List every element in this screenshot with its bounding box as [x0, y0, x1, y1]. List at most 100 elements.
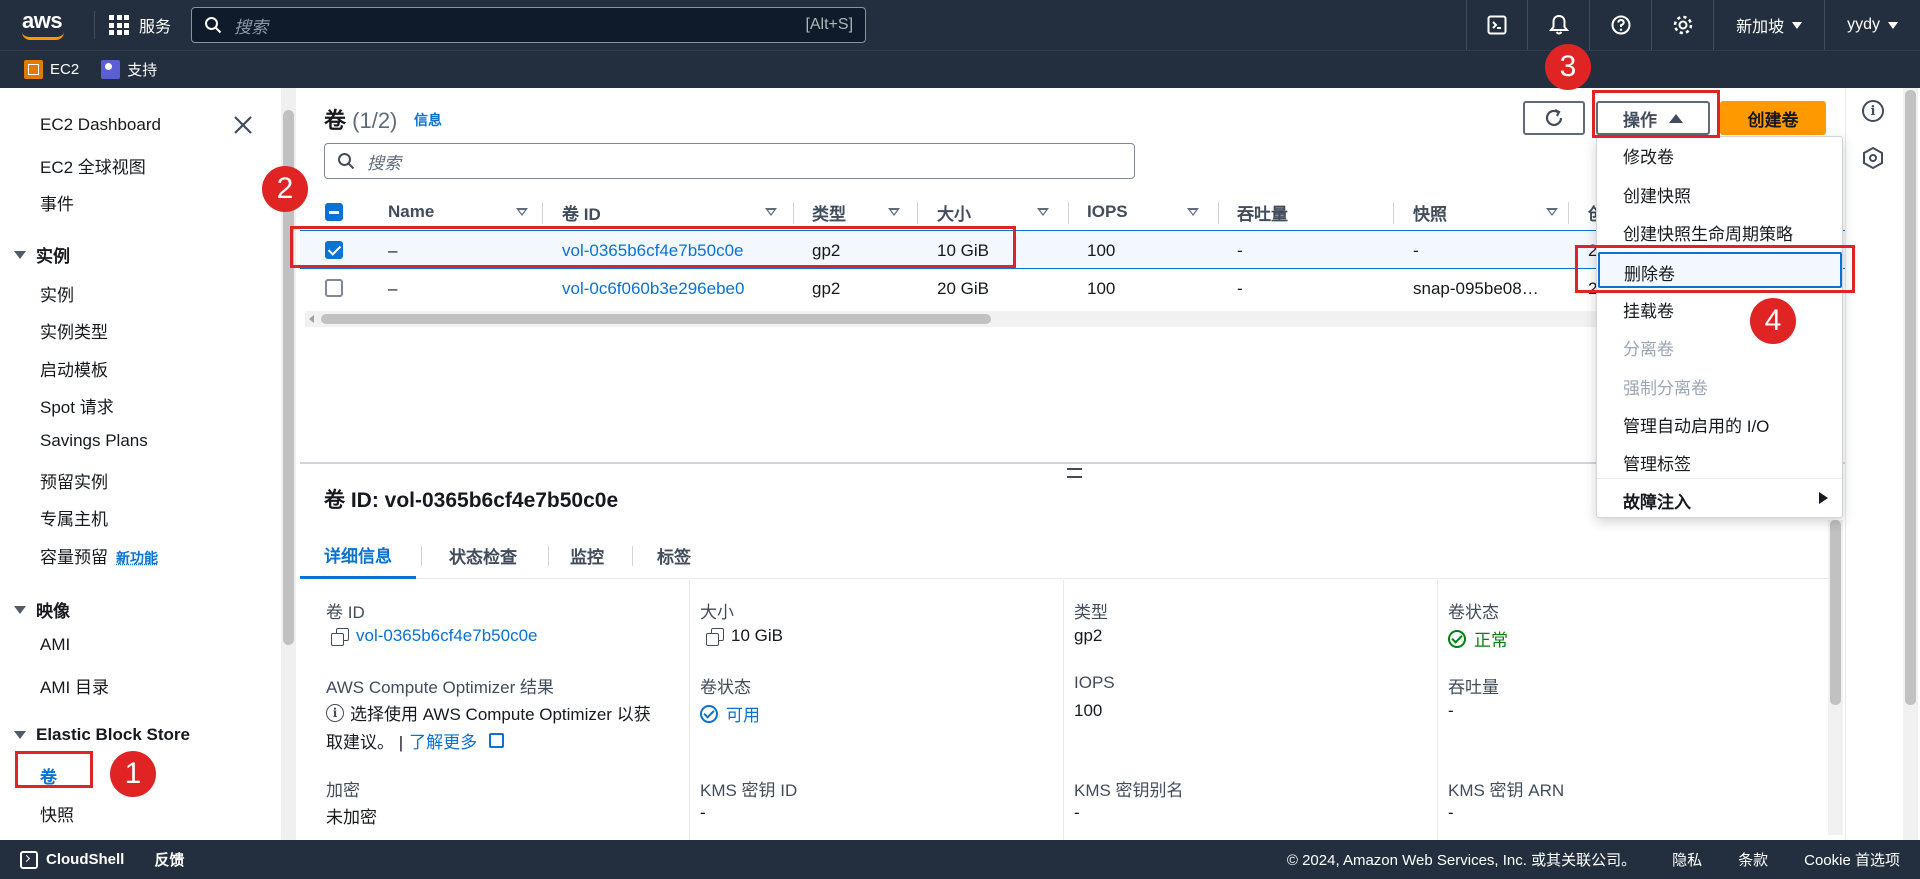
info-panel-icon[interactable]: i: [1862, 100, 1884, 122]
sidebar-item-launch-templates[interactable]: 启动模板: [40, 356, 108, 381]
sidebar-item-instances[interactable]: 实例: [40, 281, 74, 306]
field-value-volume-id[interactable]: vol-0365b6cf4e7b50c0e: [331, 626, 537, 646]
help-button[interactable]: [1590, 0, 1653, 50]
aws-logo[interactable]: aws: [22, 8, 80, 42]
user-menu[interactable]: yydy: [1825, 16, 1920, 34]
select-all-checkbox[interactable]: [325, 203, 343, 221]
section-title: 实例: [36, 247, 70, 266]
table-horizontal-scrollbar[interactable]: [305, 311, 1600, 327]
column-header-iops[interactable]: IOPS: [1087, 193, 1199, 231]
column-divider[interactable]: [1218, 202, 1219, 224]
sidebar-item-spot-requests[interactable]: Spot 请求: [40, 393, 114, 418]
cloudshell-button[interactable]: [1466, 0, 1529, 50]
sidebar-item-dedicated-hosts[interactable]: 专属主机: [40, 505, 108, 530]
sidebar-item-events[interactable]: 事件: [40, 190, 74, 215]
sidebar-item-savings-plans[interactable]: Savings Plans: [40, 431, 148, 451]
sidebar-item-snapshots[interactable]: 快照: [40, 801, 74, 826]
close-icon[interactable]: [232, 114, 254, 136]
services-label: 服务: [139, 19, 172, 36]
tab-monitoring[interactable]: 监控: [570, 532, 604, 579]
column-header-throughput[interactable]: 吞吐量: [1237, 193, 1387, 231]
sidebar-section-instances[interactable]: 实例: [14, 242, 70, 267]
scrollbar-thumb[interactable]: [1830, 520, 1841, 705]
sidebar-item-reserved-instances[interactable]: 预留实例: [40, 468, 108, 493]
favorite-support-label: 支持: [127, 62, 158, 79]
menu-item-fault-injection[interactable]: 故障注入: [1623, 488, 1691, 513]
favorite-ec2[interactable]: EC2: [24, 60, 79, 79]
sidebar-item-ami-catalog[interactable]: AMI 目录: [40, 673, 109, 698]
menu-item-snapshot-lifecycle[interactable]: 创建快照生命周期策略: [1623, 220, 1793, 245]
sidebar-section-ebs[interactable]: Elastic Block Store: [14, 725, 190, 745]
sidebar-item-global-view[interactable]: EC2 全球视图: [40, 153, 146, 178]
column-divider[interactable]: [1568, 202, 1569, 224]
column-divider[interactable]: [917, 202, 918, 224]
help-icon: [1611, 15, 1631, 35]
region-selector[interactable]: 新加坡: [1714, 0, 1826, 50]
tab-details[interactable]: 详细信息: [300, 532, 416, 579]
refresh-button[interactable]: [1523, 101, 1585, 135]
copy-icon[interactable]: [706, 627, 724, 646]
row-checkbox[interactable]: [325, 279, 343, 297]
chevron-right-icon: [1819, 492, 1828, 504]
check-circle-icon: [700, 704, 718, 723]
title-text: 卷: [324, 108, 347, 133]
sidebar-section-images[interactable]: 映像: [14, 597, 70, 622]
field-value-kms-arn: -: [1448, 803, 1454, 822]
menu-item-modify-volume[interactable]: 修改卷: [1623, 143, 1674, 168]
cookie-preferences-link[interactable]: Cookie 首选项: [1804, 849, 1900, 870]
sidebar-item-dashboard[interactable]: EC2 Dashboard: [40, 115, 161, 135]
cloudshell-label: CloudShell: [46, 851, 125, 868]
volume-id-link[interactable]: vol-0365b6cf4e7b50c0e: [356, 626, 537, 646]
settings-button[interactable]: [1652, 0, 1715, 50]
hexagon-icon[interactable]: [1862, 146, 1884, 170]
column-divider[interactable]: [542, 202, 543, 224]
tab-tags[interactable]: 标签: [657, 532, 691, 579]
scrollbar-thumb[interactable]: [321, 314, 991, 324]
learn-more-link[interactable]: 了解更多: [409, 728, 477, 753]
menu-item-attach-volume[interactable]: 挂载卷: [1623, 297, 1674, 322]
column-divider[interactable]: [793, 202, 794, 224]
info-icon: i: [326, 703, 344, 722]
notifications-button[interactable]: [1528, 0, 1591, 50]
col-label: 类型: [812, 204, 846, 224]
privacy-link[interactable]: 隐私: [1672, 849, 1702, 870]
terms-link[interactable]: 条款: [1738, 849, 1768, 870]
menu-item-manage-auto-io[interactable]: 管理自动启用的 I/O: [1623, 412, 1769, 437]
page-vertical-scrollbar[interactable]: [1903, 88, 1918, 840]
caret-down-icon: [14, 731, 26, 739]
field-value-optimizer-cont: 取建议。 | 了解更多: [326, 728, 505, 753]
menu-item-create-snapshot[interactable]: 创建快照: [1623, 182, 1691, 207]
field-label-volume-state: 卷状态: [700, 678, 751, 697]
tab-status-checks[interactable]: 状态检查: [449, 532, 517, 579]
volume-search-input[interactable]: 搜索: [324, 143, 1135, 179]
menu-item-manage-tags[interactable]: 管理标签: [1623, 450, 1691, 475]
column-divider[interactable]: [1393, 202, 1394, 224]
cell-snapshot: -: [1413, 240, 1419, 260]
tab-divider: [632, 546, 633, 566]
feedback-link[interactable]: 反馈: [154, 849, 184, 870]
cell-volume-id-link[interactable]: vol-0c6f060b3e296ebe0: [562, 269, 744, 308]
favorite-ec2-label: EC2: [50, 61, 80, 78]
copy-icon[interactable]: [331, 627, 349, 646]
scrollbar-thumb[interactable]: [1905, 90, 1916, 705]
volume-status-value: 正常: [1474, 631, 1508, 650]
field-value-optimizer: i 选择使用 AWS Compute Optimizer 以获: [326, 700, 651, 725]
global-search-input[interactable]: 搜索 [Alt+S]: [191, 7, 867, 43]
services-menu-button[interactable]: 服务: [109, 13, 171, 37]
cell-size: 20 GiB: [937, 278, 989, 298]
actions-dropdown-menu: 修改卷 创建快照 创建快照生命周期策略 挂载卷 分离卷 强制分离卷 管理自动启用…: [1596, 136, 1843, 518]
column-header-snapshot[interactable]: 快照: [1413, 193, 1558, 231]
info-link[interactable]: 信息: [414, 110, 442, 130]
column-divider[interactable]: [1068, 202, 1069, 224]
sidebar-item-instance-types[interactable]: 实例类型: [40, 318, 108, 343]
drag-handle-icon[interactable]: [1067, 468, 1082, 478]
detail-vertical-scrollbar[interactable]: [1828, 520, 1843, 835]
sidebar-item-capacity-reservations[interactable]: 容量预留 新功能: [40, 543, 158, 568]
aws-logo-text: aws: [22, 8, 63, 33]
cloudshell-footer-button[interactable]: CloudShell: [20, 850, 125, 869]
create-volume-button[interactable]: 创建卷: [1720, 101, 1826, 135]
scroll-left-icon[interactable]: [309, 315, 314, 323]
sidebar-item-ami[interactable]: AMI: [40, 635, 70, 655]
favorite-support[interactable]: 支持: [101, 59, 157, 80]
region-label: 新加坡: [1736, 19, 1785, 36]
